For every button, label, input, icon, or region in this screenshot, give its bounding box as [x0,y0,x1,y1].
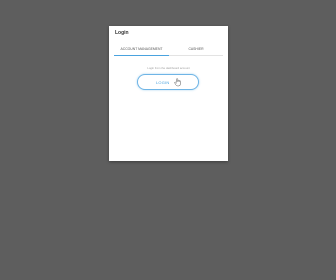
login-tabs: ACCOUNT MANAGEMENT CASHIER [114,43,223,57]
active-tab-indicator [114,54,169,56]
login-button-label: LOGIN [156,79,170,85]
tab-account-management[interactable]: ACCOUNT MANAGEMENT [114,43,169,55]
dialog-title: Login [115,30,129,36]
hand-pointer-icon [174,78,181,87]
login-hint-text: Login from the dashboard account [147,66,190,70]
login-dialog: Login ACCOUNT MANAGEMENT CASHIER Login f… [109,26,228,161]
login-button[interactable]: LOGIN [137,74,199,90]
tab-cashier[interactable]: CASHIER [169,43,223,55]
